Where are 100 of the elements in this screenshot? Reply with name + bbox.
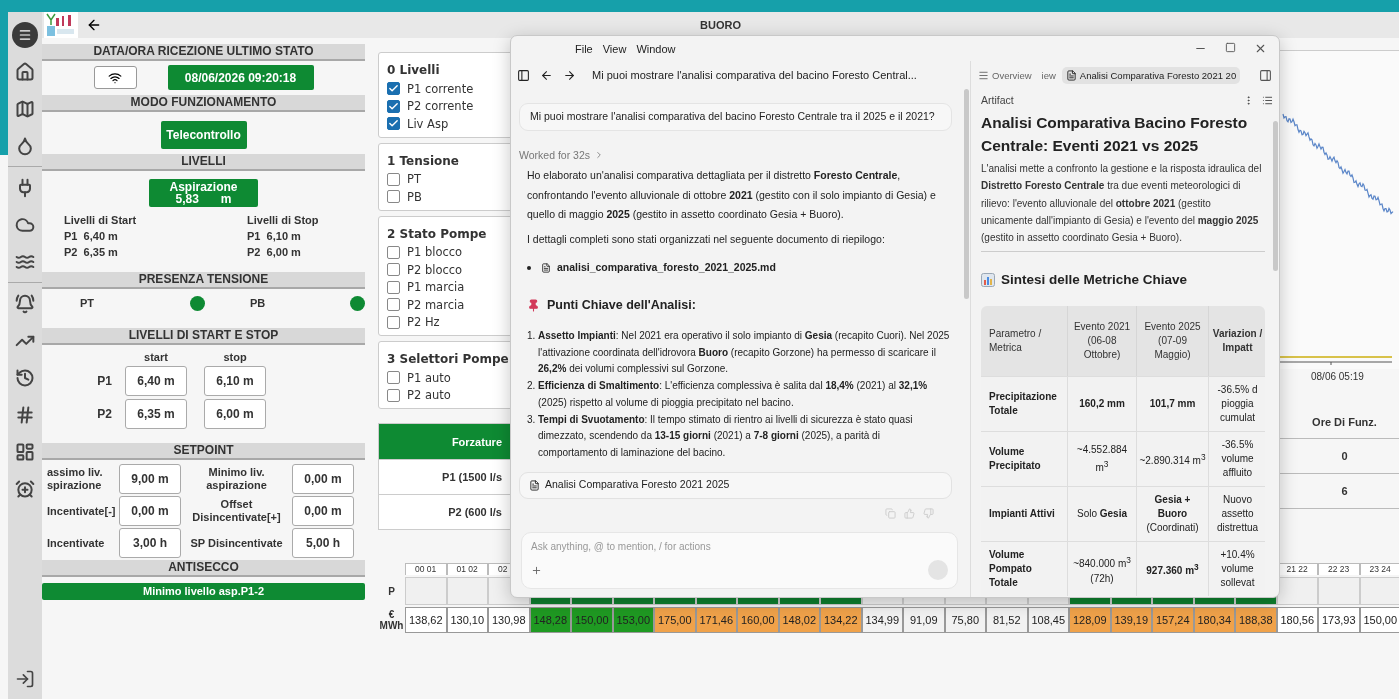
list-item: Efficienza di Smaltimento: L'efficienza complessiva è salita dal 18,4% (2021) al 32,1% (2025) rispetto al volume di pioggia precipitato nel bacino. [538,379,929,410]
menu-item[interactable]: Window [636,42,676,55]
setpoint-label: assimo liv. spirazione [46,466,104,492]
table-cell: Solo Gesia [1068,486,1137,542]
price-cell: 75,80 [944,607,986,633]
price-cell: 150,00 [1359,607,1399,633]
card-title: 0 Livelli [387,63,440,77]
pump-label: P1 [96,374,113,388]
pane-label: Artifact [981,94,1014,106]
price-cell: 180,34 [1193,607,1235,633]
price-cell: 134,22 [820,607,862,633]
setpoint-field[interactable]: 5,00 h [292,528,354,558]
setpoint-label: Minimo liv. aspirazione [205,466,268,492]
table-cell: Gesia + Buoro (Coordinati) [1137,486,1209,542]
list-item: Assetto Impianti: Nel 2021 era operativo il solo impianto di Gesia (recapito Cuori). Nel 2025 l'attivazione coordinata dell'idrovora Buoro (recapito Gorzone) ha permesso di scaricare il 26,2% dei volumi complessivi sul Gorzone. [538,329,951,377]
worked-label[interactable]: Worked for 32s [519,145,590,165]
menu-item[interactable]: File [575,42,593,55]
column-label: Livelli di Start [64,214,138,226]
setpoint-field[interactable]: 9,00 m [119,464,181,494]
price-cell: 171,46 [695,607,737,633]
document-title: Analisi Comparativa Bacino Foresto Centrale: Eventi 2021 vs 2025 [981,113,1249,156]
tab[interactable]: Analisi Comparativa Foresto 2021 20 [1061,66,1241,84]
setpoint-field[interactable]: 3,00 h [119,528,181,558]
checkbox-label: Liv Asp [407,116,449,131]
price-cell: 157,24 [1152,607,1194,633]
column-header: Evento 2025 (07-09 Maggio) [1137,306,1209,377]
hour-header: 23 24 [1359,563,1399,575]
section-header: LIVELLI [42,154,365,171]
table-cell: Volume Precipitato [981,431,1068,487]
checkbox-label: PB [407,189,422,204]
message-paragraph: Ho elaborato un'analisi comparativa dettagliata per il distretto Foresto Centrale, confrontando l'evento alluvionale di ottobre 2021 (gestito con il solo impianto di Gesia) e quello di maggio 2025 (gestito in assetto coordinato Gesia + Buoro). [527,169,936,220]
table-cell: 160,2 mm [1068,376,1137,432]
level-value: P1 6,10 m [247,230,302,242]
table-cell: ~2.890.314 m$^{3}$ [1137,431,1209,487]
setpoint-field[interactable]: 0,00 m [292,496,354,526]
checkbox-label: P2 corrente [407,99,474,114]
column-header: Variazion / Impatt [1209,306,1265,377]
checkbox-label: P1 marcia [407,280,465,295]
document-paragraph: L'analisi mette a confronto la gestione e la risposta idraulica del Distretto Foresto Centrale tra due eventi meteorologici di rilievo: l'evento alluvionale del ottobre 2021 (gestito unicamente dall'impianto di Gesia) e l'evento del maggio 2025 (gestito in assetto coordinato Gesia + Buoro). [981,163,1262,244]
column-label: start [143,351,169,363]
price-cell: 138,62 [405,607,447,633]
price-cell: 153,00 [612,607,654,633]
row-label: P [387,584,396,599]
table-cell: Precipitazione Totale [981,376,1068,432]
thread-title: Mi puoi mostrare l'analisi comparativa del bacino Foresto Central... [592,69,917,81]
table-cell: Impianti Attivi [981,486,1068,542]
price-cell: 108,45 [1027,607,1069,633]
setpoint-field[interactable]: 0,00 m [292,464,354,494]
card-title: 3 Selettori Pompe [387,352,509,366]
artifact-card[interactable]: Analisi Comparativa Foresto 2021 2025 [519,471,952,499]
timestamp-badge: 08/06/2026 09:20:18 [167,65,314,90]
start-field[interactable]: 6,35 m [125,399,187,429]
app-title: BUORO [699,19,742,31]
file-link[interactable]: analisi_comparativa_foresto_2021_2025.md [557,258,776,278]
stop-field[interactable]: 6,00 m [204,399,266,429]
tab[interactable]: Overview [974,66,1036,84]
checkbox-label: P2 blocco [407,262,463,277]
section-header: ANTISECCO [42,560,365,577]
start-field[interactable]: 6,40 m [125,366,187,396]
list-number: 1. [527,329,537,343]
price-cell: 173,93 [1318,607,1360,633]
level-value: P1 6,40 m [64,230,119,242]
list-number: 3. [527,412,537,427]
setpoint-field[interactable]: 0,00 m [119,496,181,526]
table-cell: 927.360 m$^{3}$ [1137,541,1209,597]
list-number: 2. [527,379,537,394]
pump-label: P2 [96,407,113,421]
level-value: P2 6,35 m [64,246,119,258]
price-cell: 175,00 [654,607,696,633]
section-header: DATA/ORA RICEZIONE ULTIMO STATO [42,44,365,61]
price-cell: 139,19 [1110,607,1152,633]
power-label: PB [250,297,267,309]
price-cell: 148,28 [529,607,571,633]
message-paragraph: I dettagli completi sono stati organizzati nel seguente documento di riepilogo: [527,232,885,245]
section-heading: Sintesi delle Metriche Chiave [1001,272,1188,288]
price-cell: 81,52 [986,607,1028,633]
section-header: LIVELLI DI START E STOP [42,328,365,345]
table-cell: Volume Pompato Totale [981,541,1068,597]
column-header: Parametro / Metrica [981,306,1068,377]
setpoint-label: Offset Disincentivate[+] [191,498,282,524]
setpoint-label: Incentivate[-] [46,504,117,518]
table-cell: ~4.552.884 m$^{3}$ [1068,431,1137,487]
hour-header: 00 01 [405,563,447,575]
checkbox-label: P2 marcia [407,297,465,312]
stop-field[interactable]: 6,10 m [204,366,266,396]
card-title: 1 Tensione [387,153,459,168]
column-header: Evento 2021 (06-08 Ottobre) [1068,306,1137,377]
price-cell: 188,38 [1235,607,1277,633]
mode-badge: Telecontrollo [160,121,247,149]
price-cell: 148,02 [778,607,820,633]
setpoint-label: Incentivate [46,536,106,550]
tab[interactable]: iew [1037,66,1060,84]
price-cell: 128,09 [1069,607,1111,633]
column-label: Livelli di Stop [247,214,320,226]
menu-item[interactable]: View [602,42,627,55]
price-cell: 91,09 [903,607,945,633]
section-header: MODO FUNZIONAMENTO [42,95,365,112]
level-gauge: Aspirazione 5,83 m [149,179,258,207]
price-cell: 130,10 [446,607,488,633]
section-header: SETPOINT [42,443,365,460]
